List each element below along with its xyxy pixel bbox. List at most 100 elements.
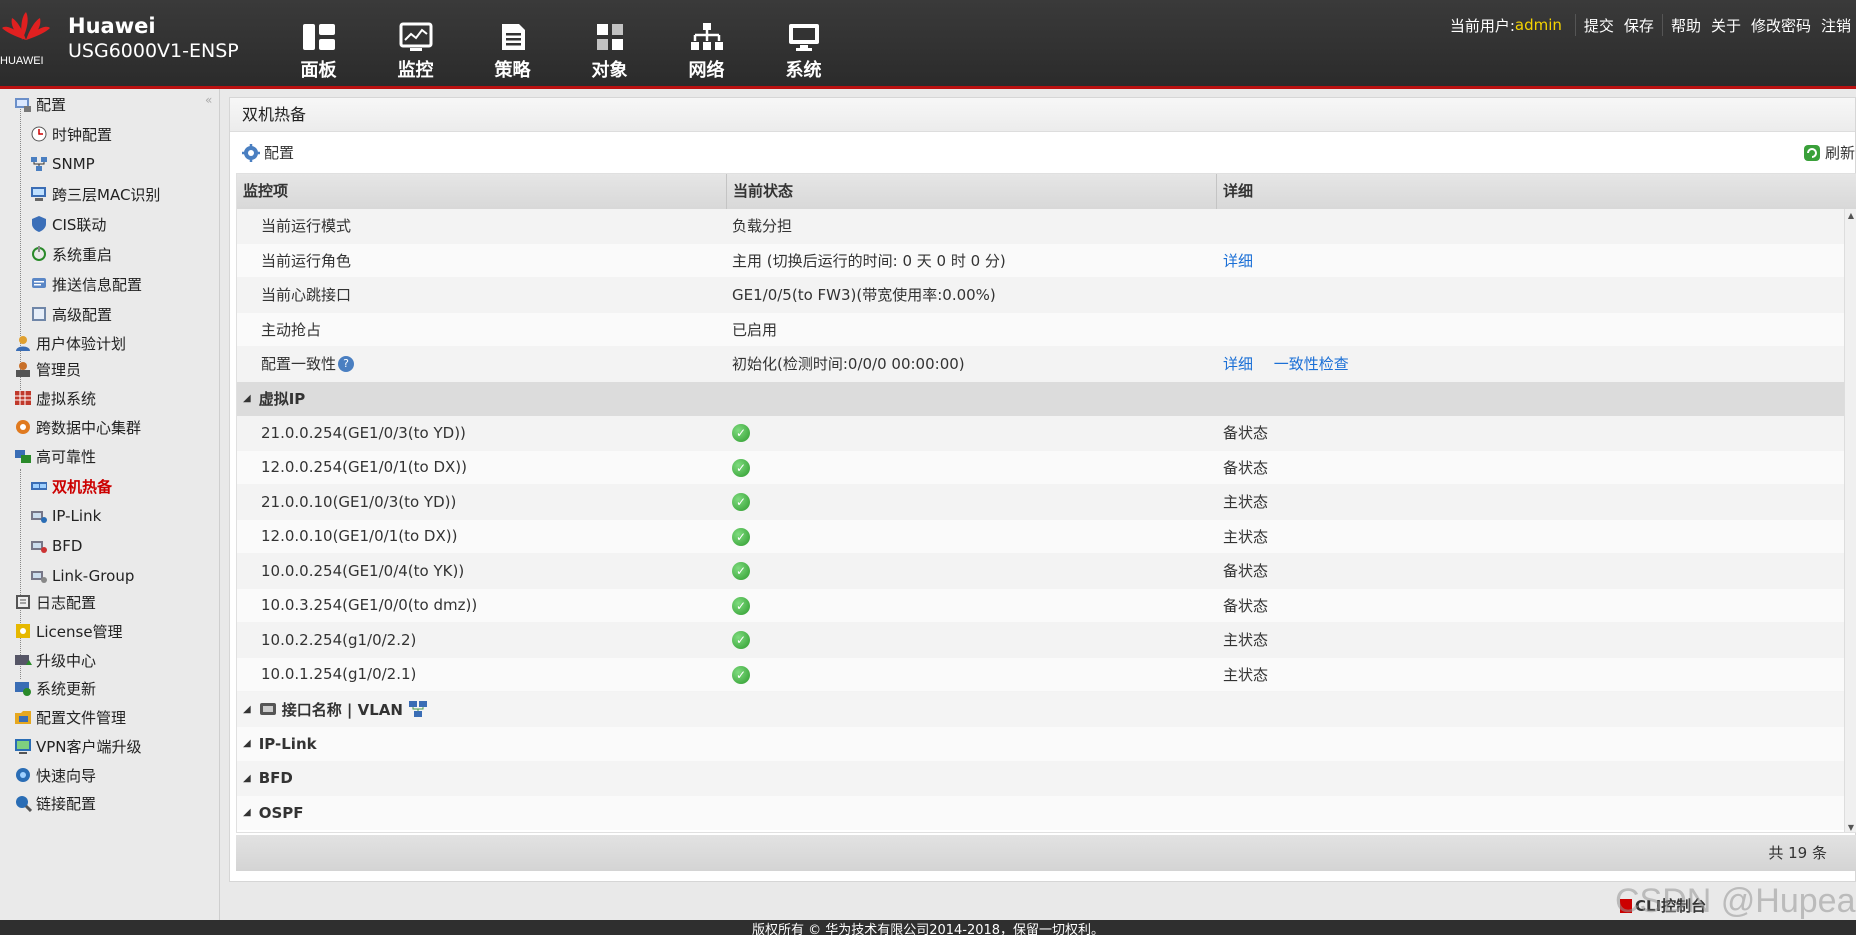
- license-icon: [14, 622, 32, 640]
- sidebar-item-advanced[interactable]: 高级配置: [30, 301, 112, 327]
- expand-triangle-icon[interactable]: ◢: [243, 704, 251, 715]
- vip-address: 12.0.0.10(GE1/0/1(to DX)): [261, 527, 458, 546]
- cli-label: CLI控制台: [1635, 897, 1707, 915]
- scroll-up-icon[interactable]: ▲: [1845, 211, 1856, 220]
- sidebar-item-vpn[interactable]: VPN客户端升级: [14, 733, 142, 759]
- group-ospf[interactable]: ◢ OSPF: [237, 795, 1856, 830]
- refresh-button[interactable]: 刷新: [1803, 142, 1855, 163]
- device-model: USG6000V1-ENSP: [68, 40, 239, 62]
- sidebar-item-wizard[interactable]: 快速向导: [14, 762, 96, 788]
- sidebar-item-restart[interactable]: 系统重启: [30, 241, 112, 267]
- vip-status: ✓: [727, 492, 1217, 512]
- expand-triangle-icon[interactable]: ◢: [243, 393, 251, 404]
- vip-state: 备状态: [1223, 458, 1269, 477]
- column-header-status[interactable]: 当前状态: [727, 174, 1217, 209]
- detail-link[interactable]: 详细: [1223, 252, 1253, 270]
- sidebar-item-user-experience[interactable]: 用户体验计划: [14, 330, 126, 356]
- vip-address: 21.0.0.254(GE1/0/3(to YD)): [261, 423, 466, 442]
- row-status: GE1/0/5(to FW3)(带宽使用率:0.00%): [732, 286, 996, 305]
- detail-link[interactable]: 详细: [1223, 355, 1253, 373]
- vip-status: ✓: [727, 630, 1217, 650]
- group-interface-vlan[interactable]: ◢ 接口名称 | VLAN: [237, 692, 1856, 727]
- nav-dashboard[interactable]: 面板: [270, 0, 367, 86]
- sidebar-item-cluster[interactable]: 跨数据中心集群: [14, 414, 141, 440]
- expand-triangle-icon[interactable]: ◢: [243, 738, 251, 749]
- cis-icon: [30, 215, 48, 233]
- sidebar-item-hot-standby[interactable]: 双机热备: [30, 473, 112, 499]
- nav-policy[interactable]: 策略: [464, 0, 561, 86]
- help-icon[interactable]: ?: [338, 355, 355, 372]
- sidebar-item-label: 双机热备: [52, 477, 113, 496]
- sidebar-item-label: 时钟配置: [52, 125, 113, 144]
- sidebar-item-mac[interactable]: 跨三层MAC识别: [30, 181, 160, 207]
- user-experience-icon: [14, 334, 32, 352]
- change-password-button[interactable]: 修改密码: [1751, 15, 1811, 36]
- svg-text:HUAWEI: HUAWEI: [0, 55, 44, 67]
- network-topology-icon[interactable]: [408, 700, 428, 718]
- nav-label: 策略: [494, 60, 531, 81]
- scroll-down-icon[interactable]: ▼: [1845, 823, 1856, 832]
- cli-console-button[interactable]: CLI控制台: [1620, 895, 1706, 916]
- vip-status: ✓: [727, 527, 1217, 546]
- sidebar-item-clock[interactable]: 时钟配置: [30, 121, 112, 147]
- row-item: 当前运行模式: [261, 217, 352, 236]
- expand-triangle-icon[interactable]: ◢: [243, 773, 251, 784]
- sidebar-item-cis[interactable]: CIS联动: [30, 211, 106, 237]
- column-header-detail[interactable]: 详细: [1217, 174, 1856, 209]
- logout-button[interactable]: 注销: [1821, 15, 1851, 36]
- sidebar-item-log[interactable]: 日志配置: [14, 589, 96, 615]
- sidebar-item-label: SNMP: [52, 155, 95, 173]
- check-ok-icon: ✓: [732, 665, 750, 684]
- collapse-sidebar-icon[interactable]: «: [205, 93, 212, 107]
- sidebar-item-link-config[interactable]: 链接配置: [14, 790, 96, 816]
- consistency-check-link[interactable]: 一致性检查: [1274, 355, 1349, 373]
- row-detail: 详细 一致性检查: [1217, 353, 1856, 374]
- nav-network[interactable]: 网络: [658, 0, 755, 86]
- sidebar-item-config[interactable]: 配置: [14, 91, 66, 117]
- sidebar-item-label: 推送信息配置: [52, 275, 143, 294]
- nav-label: 系统: [785, 60, 822, 81]
- vip-address: 21.0.0.10(GE1/0/3(to YD)): [261, 492, 457, 511]
- group-virtual-ip[interactable]: ◢ 虚拟IP: [237, 381, 1856, 416]
- group-ip-link[interactable]: ◢ IP-Link: [237, 726, 1856, 761]
- sidebar-item-system-update[interactable]: 系统更新: [14, 675, 96, 701]
- sidebar-item-admin[interactable]: 管理员: [14, 356, 81, 382]
- help-button[interactable]: 帮助: [1671, 15, 1701, 36]
- sidebar-item-upgrade[interactable]: 升级中心: [14, 647, 96, 673]
- save-button[interactable]: 保存: [1624, 15, 1654, 36]
- sidebar-item-label: 跨数据中心集群: [36, 418, 142, 437]
- nav-monitor[interactable]: 监控: [367, 0, 464, 86]
- sidebar-item-label: 高级配置: [52, 305, 113, 324]
- about-button[interactable]: 关于: [1711, 15, 1741, 36]
- sidebar-item-license[interactable]: License管理: [14, 618, 123, 644]
- table-row: 12.0.0.254(GE1/0/1(to DX)) ✓ 备状态: [237, 450, 1856, 485]
- group-bfd[interactable]: ◢ BFD: [237, 761, 1856, 796]
- sidebar-item-push[interactable]: 推送信息配置: [30, 271, 142, 297]
- vip-status: ✓: [727, 561, 1217, 581]
- expand-triangle-icon[interactable]: ◢: [243, 807, 251, 818]
- vip-status: ✓: [727, 596, 1217, 615]
- row-status: 初始化(检测时间:0/0/0 00:00:00): [732, 355, 965, 374]
- grid-footer: 共 19 条: [236, 835, 1856, 871]
- sidebar-item-link-group[interactable]: Link-Group: [30, 563, 134, 589]
- sidebar-item-snmp[interactable]: SNMP: [30, 151, 95, 177]
- grid-scrollbar[interactable]: ▲ ▼: [1844, 209, 1856, 832]
- total-count: 共 19 条: [1768, 844, 1827, 862]
- nav-system[interactable]: 系统: [755, 0, 852, 86]
- nav-object[interactable]: 对象: [561, 0, 658, 86]
- vip-state: 备状态: [1223, 596, 1269, 615]
- snmp-icon: [30, 155, 48, 173]
- sidebar-item-bfd[interactable]: BFD: [30, 533, 82, 559]
- vip-address: 12.0.0.254(GE1/0/1(to DX)): [261, 458, 468, 477]
- sidebar-item-label: 管理员: [36, 360, 82, 379]
- sidebar-item-ip-link[interactable]: IP-Link: [30, 503, 101, 529]
- column-header-item[interactable]: 监控项: [237, 174, 727, 209]
- commit-button[interactable]: 提交: [1584, 15, 1614, 36]
- config-button[interactable]: 配置: [242, 142, 294, 163]
- sidebar-item-label: 配置: [36, 95, 67, 114]
- row-status: 负载分担: [732, 217, 793, 236]
- sidebar-item-virtual-system[interactable]: 虚拟系统: [14, 385, 96, 411]
- vip-state: 备状态: [1223, 562, 1269, 581]
- sidebar-item-config-file[interactable]: 配置文件管理: [14, 704, 126, 730]
- sidebar-item-high-availability[interactable]: 高可靠性: [14, 443, 96, 469]
